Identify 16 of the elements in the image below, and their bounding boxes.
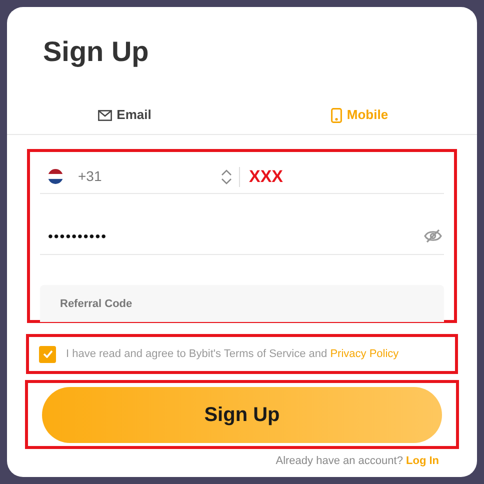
login-prompt: Already have an account? Log In [276,454,439,469]
envelope-icon [98,110,112,120]
page-title: Sign Up [43,35,149,69]
phone-field[interactable]: XXX [249,164,444,190]
password-field[interactable]: •••••••••• [48,226,424,246]
referral-code-field[interactable]: Referral Code [40,285,444,322]
sign-up-button[interactable]: Sign Up [42,386,442,442]
sort-arrows-icon[interactable] [221,168,232,184]
flag-icon [48,169,63,184]
check-icon [42,350,52,358]
agreement-text: I have read and agree to Bybit's Terms of Service and Privacy Policy [66,346,399,362]
eye-slash-icon[interactable] [424,229,442,243]
country-code[interactable]: +31 [78,166,218,187]
phone-icon [330,108,342,122]
tab[interactable]: Email [96,103,154,127]
agree-checkbox[interactable] [39,346,56,362]
